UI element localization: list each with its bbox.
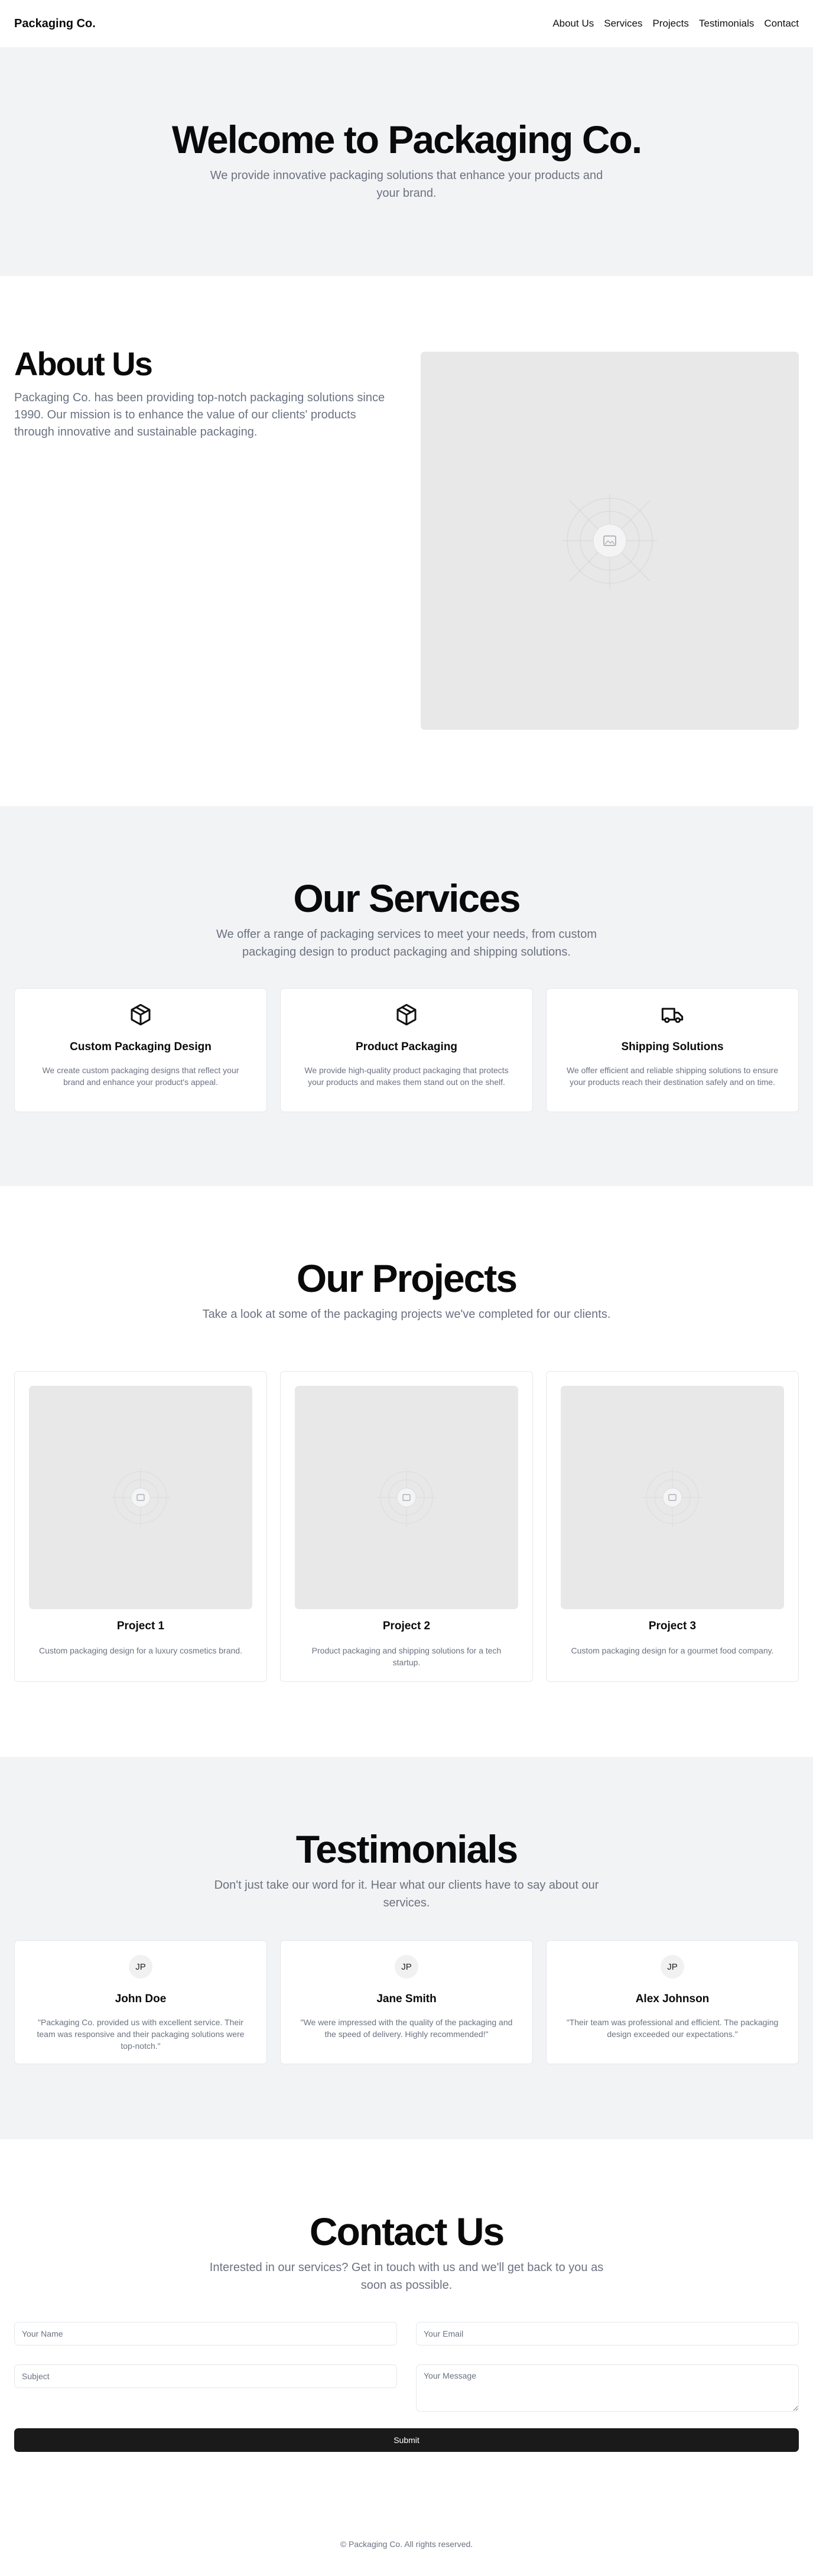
services-subtitle: We offer a range of packaging services t… bbox=[216, 928, 597, 959]
contact-subtitle: Interested in our services? Get in touch… bbox=[209, 2261, 604, 2292]
contact-section: Contact Us Interested in our services? G… bbox=[0, 2139, 813, 2512]
email-input[interactable] bbox=[416, 2322, 799, 2346]
projects-title: Our Projects bbox=[296, 1256, 518, 1300]
nav-link-about[interactable]: About Us bbox=[552, 18, 594, 30]
copyright-text: © Packaging Co. All rights reserved. bbox=[340, 2539, 473, 2549]
nav-link-contact[interactable]: Contact bbox=[764, 18, 799, 30]
project-desc: Custom packaging design for a luxury cos… bbox=[39, 1646, 242, 1655]
testimonial-quote: "Packaging Co. provided us with excellen… bbox=[37, 2018, 245, 2051]
project-title: Project 1 bbox=[116, 1620, 165, 1632]
message-textarea[interactable] bbox=[416, 2364, 799, 2412]
services-section: Our Services We offer a range of packagi… bbox=[0, 806, 813, 1186]
project-card[interactable]: Project 3 Custom packaging design for a … bbox=[546, 1371, 799, 1682]
testimonial-quote: "We were impressed with the quality of t… bbox=[300, 2018, 513, 2039]
service-title: Custom Packaging Design bbox=[70, 1041, 212, 1053]
testimonials-subtitle: Don't just take our word for it. Hear wh… bbox=[214, 1879, 599, 1909]
testimonials-title: Testimonials bbox=[295, 1827, 519, 1871]
testimonial-card: JP Jane Smith "We were impressed with th… bbox=[280, 1940, 533, 2064]
image-placeholder-icon bbox=[377, 1468, 436, 1527]
project-image-placeholder bbox=[561, 1386, 784, 1609]
projects-section: Our Projects Take a look at some of the … bbox=[0, 1186, 813, 1757]
avatar: JP bbox=[129, 1955, 152, 1979]
testimonial-name: Alex Johnson bbox=[635, 1993, 710, 2005]
site-footer: © Packaging Co. All rights reserved. bbox=[0, 2512, 813, 2576]
image-placeholder-icon bbox=[643, 1468, 702, 1527]
main-nav: About Us Services Projects Testimonials … bbox=[552, 18, 799, 30]
avatar: JP bbox=[395, 1955, 418, 1979]
testimonial-card: JP Alex Johnson "Their team was professi… bbox=[546, 1940, 799, 2064]
image-placeholder-icon bbox=[562, 493, 657, 588]
about-section: About Us Packaging Co. has been providin… bbox=[0, 276, 813, 806]
about-text: Packaging Co. has been providing top-not… bbox=[14, 391, 385, 438]
testimonial-name: Jane Smith bbox=[376, 1993, 437, 2005]
subject-input[interactable] bbox=[14, 2364, 397, 2388]
testimonial-quote: "Their team was professional and efficie… bbox=[566, 2018, 779, 2039]
service-title: Product Packaging bbox=[355, 1041, 458, 1053]
service-card: Product Packaging We provide high-qualit… bbox=[280, 988, 533, 1112]
submit-button[interactable]: Submit bbox=[14, 2428, 799, 2452]
service-desc: We create custom packaging designs that … bbox=[42, 1066, 239, 1087]
hero-title: Welcome to Packaging Co. bbox=[171, 118, 642, 161]
project-desc: Product packaging and shipping solutions… bbox=[311, 1646, 502, 1667]
testimonial-card: JP John Doe "Packaging Co. provided us w… bbox=[14, 1940, 267, 2064]
box-icon bbox=[396, 1003, 417, 1026]
project-title: Project 2 bbox=[382, 1620, 431, 1632]
site-header: Packaging Co. About Us Services Projects… bbox=[0, 0, 813, 47]
projects-subtitle: Take a look at some of the packaging pro… bbox=[202, 1308, 611, 1321]
nav-link-testimonials[interactable]: Testimonials bbox=[699, 18, 755, 30]
service-desc: We provide high-quality product packagin… bbox=[304, 1066, 509, 1087]
nav-link-projects[interactable]: Projects bbox=[652, 18, 688, 30]
box-icon bbox=[131, 1003, 151, 1026]
nav-link-services[interactable]: Services bbox=[604, 18, 642, 30]
truck-icon bbox=[661, 1008, 684, 1023]
image-placeholder-icon bbox=[111, 1468, 170, 1527]
avatar: JP bbox=[661, 1955, 684, 1979]
project-title: Project 3 bbox=[648, 1620, 697, 1632]
name-input[interactable] bbox=[14, 2322, 397, 2346]
project-image-placeholder bbox=[29, 1386, 252, 1609]
service-desc: We offer efficient and reliable shipping… bbox=[566, 1066, 778, 1087]
project-image-placeholder bbox=[295, 1386, 518, 1609]
service-title: Shipping Solutions bbox=[621, 1041, 724, 1053]
project-card[interactable]: Project 1 Custom packaging design for a … bbox=[14, 1371, 267, 1682]
about-image-placeholder bbox=[421, 352, 799, 730]
services-title: Our Services bbox=[293, 876, 521, 920]
project-desc: Custom packaging design for a gourmet fo… bbox=[571, 1646, 774, 1655]
project-card[interactable]: Project 2 Product packaging and shipping… bbox=[280, 1371, 533, 1682]
hero-subtitle: We provide innovative packaging solution… bbox=[210, 169, 603, 200]
contact-title: Contact Us bbox=[309, 2210, 505, 2253]
testimonials-section: Testimonials Don't just take our word fo… bbox=[0, 1757, 813, 2139]
testimonial-name: John Doe bbox=[115, 1993, 167, 2005]
hero-section: Welcome to Packaging Co. We provide inno… bbox=[0, 47, 813, 276]
service-card: Shipping Solutions We offer efficient an… bbox=[546, 988, 799, 1112]
service-card: Custom Packaging Design We create custom… bbox=[14, 988, 267, 1112]
about-title: About Us bbox=[14, 345, 153, 382]
brand-logo[interactable]: Packaging Co. bbox=[14, 17, 96, 31]
